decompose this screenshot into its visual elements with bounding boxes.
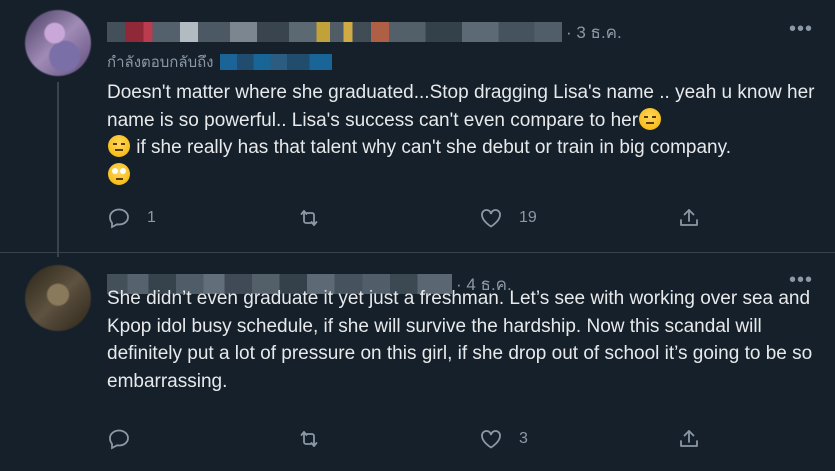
share-icon [680,430,698,447]
redacted-username[interactable] [107,22,562,42]
more-icon[interactable]: ••• [789,19,813,39]
tweet-text: Doesn't matter where she graduated...Sto… [107,79,815,189]
tweet-actions: 3 [107,427,707,457]
reply-icon [109,429,129,450]
tweet-text-part-1: Doesn't matter where she graduated...Sto… [107,82,815,131]
timestamp[interactable]: · 3 ธ.ค. [566,19,622,46]
more-icon[interactable]: ••• [789,270,813,290]
tweet-actions: 1 19 [107,206,707,236]
replying-to-label: กำลังตอบกลับถึง [107,54,214,71]
tweet-text-part-2: if she really has that talent why can't … [131,137,731,158]
reply-button[interactable] [107,427,147,451]
reply-count: 1 [147,209,156,226]
tweet[interactable]: · 4 ธ.ค. ••• She didn’t even graduate it… [0,252,835,471]
like-count: 3 [519,430,528,447]
reply-button[interactable]: 1 [107,206,156,230]
expressionless-face-emoji [639,107,662,130]
retweet-icon [300,210,318,226]
tweet-text: She didn’t even graduate it yet just a f… [107,288,813,392]
retweet-icon [300,431,318,447]
tweet-header: · 3 ธ.ค. [107,21,622,43]
avatar[interactable] [25,265,91,331]
like-button[interactable]: 3 [479,427,528,451]
share-button[interactable] [677,427,701,451]
like-count: 19 [519,209,537,226]
expressionless-face-emoji [108,135,130,157]
retweet-button[interactable] [297,427,337,451]
share-button[interactable] [677,206,701,230]
redacted-reply-handle[interactable] [219,54,332,70]
reply-icon [109,208,129,229]
tweet[interactable]: · 3 ธ.ค. ••• กำลังตอบกลับถึง Doesn't mat… [0,0,835,257]
thread-line [57,82,59,257]
like-button[interactable]: 19 [479,206,537,230]
like-icon [481,209,501,228]
eye-roll-emoji [108,162,130,185]
avatar[interactable] [25,10,91,76]
retweet-button[interactable] [297,206,337,230]
share-icon [680,209,698,226]
like-icon [481,430,501,449]
replying-to: กำลังตอบกลับถึง [107,50,332,74]
